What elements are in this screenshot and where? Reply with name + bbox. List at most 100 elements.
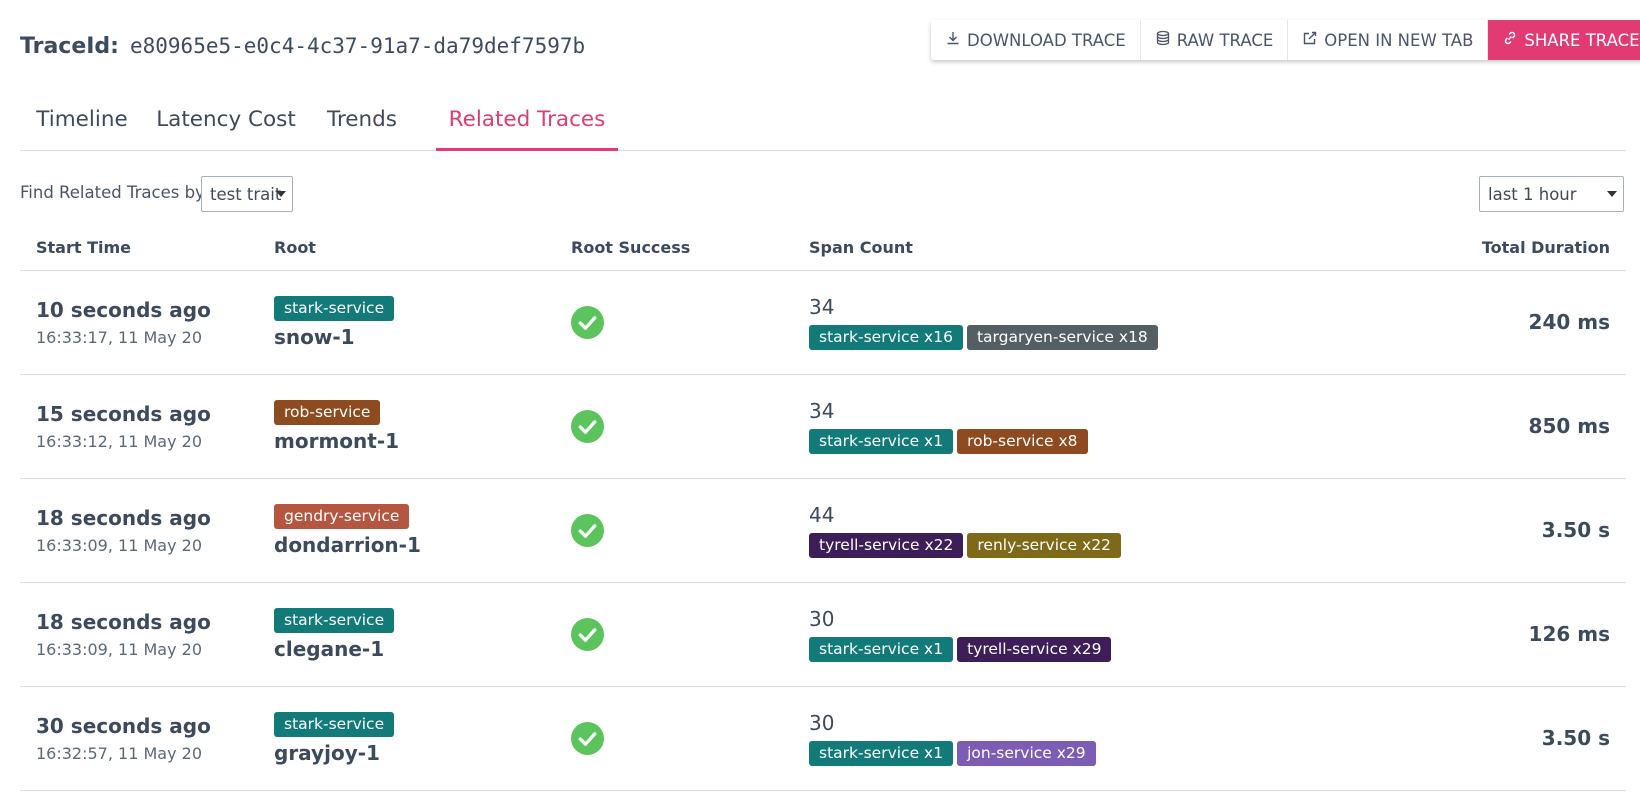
tab-bar: Timeline Latency Cost Trends Related Tra… xyxy=(20,104,1626,151)
column-header-start-time[interactable]: Start Time xyxy=(20,225,258,271)
download-trace-button[interactable]: DOWNLOAD TRACE xyxy=(931,20,1141,60)
timestamp: 16:33:09, 11 May 20 xyxy=(36,639,202,659)
total-duration: 240 ms xyxy=(1528,310,1610,334)
service-count-tag: renly-service x22 xyxy=(967,532,1121,558)
span-count: 44 xyxy=(809,502,835,527)
column-header-total-duration[interactable]: Total Duration xyxy=(1313,225,1626,271)
span-count: 30 xyxy=(809,606,835,631)
share-trace-label: SHARE TRACE xyxy=(1524,30,1640,50)
duration-cell: 3.50 s xyxy=(1313,478,1626,583)
success-check-icon xyxy=(571,617,604,651)
root-name: clegane-1 xyxy=(274,636,385,661)
service-count-tag: targaryen-service x18 xyxy=(966,324,1158,350)
span-count-cell: 34 stark-service x16 targaryen-service x1… xyxy=(793,270,1313,375)
table-row[interactable]: 30 seconds ago 16:32:57, 11 May 20 stark… xyxy=(20,686,1626,791)
root-service-tag: stark-service xyxy=(274,711,395,737)
start-time-cell: 18 seconds ago 16:33:09, 11 May 20 xyxy=(20,478,258,583)
start-time-cell: 15 seconds ago 16:33:12, 11 May 20 xyxy=(20,374,258,479)
filter-label: Find Related Traces by: xyxy=(20,183,210,202)
tab-trends[interactable]: Trends xyxy=(308,104,416,151)
relative-time: 10 seconds ago xyxy=(36,297,211,322)
external-link-icon xyxy=(1302,30,1318,50)
open-in-new-tab-label: OPEN IN NEW TAB xyxy=(1324,30,1474,50)
root-success-cell xyxy=(555,686,793,791)
success-check-icon xyxy=(571,721,604,755)
start-time-cell: 30 seconds ago 16:32:57, 11 May 20 xyxy=(20,686,258,791)
time-range-value: last 1 hour xyxy=(1488,185,1577,204)
root-success-cell xyxy=(555,374,793,479)
root-success-cell xyxy=(555,270,793,375)
timestamp: 16:33:09, 11 May 20 xyxy=(36,535,202,555)
trait-select-value: test trait xyxy=(210,185,282,204)
start-time-cell: 18 seconds ago 16:33:09, 11 May 20 xyxy=(20,582,258,687)
total-duration: 3.50 s xyxy=(1541,726,1610,750)
root-name: mormont-1 xyxy=(274,428,400,453)
span-count-cell: 34 stark-service x1 rob-service x8 xyxy=(793,374,1313,479)
relative-time: 18 seconds ago xyxy=(36,609,211,634)
share-trace-button[interactable]: SHARE TRACE xyxy=(1488,20,1640,60)
start-time-cell: 10 seconds ago 16:33:17, 11 May 20 xyxy=(20,270,258,375)
root-cell: gendry-service dondarrion-1 xyxy=(258,478,555,583)
table-row[interactable]: 10 seconds ago 16:33:17, 11 May 20 stark… xyxy=(20,270,1626,375)
column-header-root[interactable]: Root xyxy=(258,225,555,271)
time-range-select[interactable]: last 1 hour xyxy=(1479,176,1624,212)
download-icon xyxy=(945,30,961,50)
total-duration: 126 ms xyxy=(1528,622,1610,646)
trace-actions: DOWNLOAD TRACE RAW TRACE OPEN IN NEW TAB… xyxy=(931,20,1640,60)
service-count-tag: stark-service x1 xyxy=(809,740,954,766)
service-count-tag: stark-service x1 xyxy=(809,636,954,662)
span-count: 34 xyxy=(809,294,835,319)
root-service-tag: rob-service xyxy=(274,399,381,425)
root-cell: stark-service clegane-1 xyxy=(258,582,555,687)
root-name: grayjoy-1 xyxy=(274,740,380,765)
duration-cell: 126 ms xyxy=(1313,582,1626,687)
success-check-icon xyxy=(571,409,604,443)
root-cell: rob-service mormont-1 xyxy=(258,374,555,479)
root-name: snow-1 xyxy=(274,324,355,349)
column-header-span-count[interactable]: Span Count xyxy=(793,225,1313,271)
root-success-cell xyxy=(555,582,793,687)
service-count-tag: tyrell-service x22 xyxy=(809,532,964,558)
duration-cell: 850 ms xyxy=(1313,374,1626,479)
root-service-tag: stark-service xyxy=(274,607,395,633)
root-cell: stark-service snow-1 xyxy=(258,270,555,375)
timestamp: 16:32:57, 11 May 20 xyxy=(36,743,202,763)
chevron-down-icon xyxy=(1607,191,1617,197)
table-header-row: Start Time Root Root Success Span Count … xyxy=(20,225,1626,271)
tab-timeline[interactable]: Timeline xyxy=(20,104,144,151)
success-check-icon xyxy=(571,513,604,547)
timestamp: 16:33:17, 11 May 20 xyxy=(36,327,202,347)
column-header-root-success[interactable]: Root Success xyxy=(555,225,793,271)
database-icon xyxy=(1155,30,1171,50)
table-row[interactable]: 18 seconds ago 16:33:09, 11 May 20 gendr… xyxy=(20,478,1626,583)
service-count-tag: stark-service x1 xyxy=(809,428,954,454)
related-traces-table: Start Time Root Root Success Span Count … xyxy=(20,225,1626,791)
relative-time: 30 seconds ago xyxy=(36,713,211,738)
download-trace-label: DOWNLOAD TRACE xyxy=(967,30,1126,50)
tab-latency-cost[interactable]: Latency Cost xyxy=(144,104,308,151)
timestamp: 16:33:12, 11 May 20 xyxy=(36,431,202,451)
span-count-cell: 44 tyrell-service x22 renly-service x22 xyxy=(793,478,1313,583)
service-count-tag: rob-service x8 xyxy=(957,428,1088,454)
root-service-tag: stark-service xyxy=(274,295,395,321)
trace-id-value: e80965e5-e0c4-4c37-91a7-da79def7597b xyxy=(129,34,586,58)
table-row[interactable]: 18 seconds ago 16:33:09, 11 May 20 stark… xyxy=(20,582,1626,687)
root-success-cell xyxy=(555,478,793,583)
service-count-tag: jon-service x29 xyxy=(957,740,1096,766)
span-count: 34 xyxy=(809,398,835,423)
service-count-tag: tyrell-service x29 xyxy=(957,636,1112,662)
open-in-new-tab-button[interactable]: OPEN IN NEW TAB xyxy=(1288,20,1489,60)
raw-trace-label: RAW TRACE xyxy=(1176,30,1274,50)
chevron-down-icon xyxy=(276,191,286,197)
service-count-tag: stark-service x16 xyxy=(809,324,963,350)
root-name: dondarrion-1 xyxy=(274,532,421,557)
raw-trace-button[interactable]: RAW TRACE xyxy=(1141,20,1289,60)
page-title: TraceId: e80965e5-e0c4-4c37-91a7-da79def… xyxy=(20,34,585,59)
tab-related-traces[interactable]: Related Traces xyxy=(436,104,618,151)
trait-select[interactable]: test trait xyxy=(201,176,293,212)
duration-cell: 240 ms xyxy=(1313,270,1626,375)
table-row[interactable]: 15 seconds ago 16:33:12, 11 May 20 rob-s… xyxy=(20,374,1626,479)
root-service-tag: gendry-service xyxy=(274,503,410,529)
total-duration: 850 ms xyxy=(1528,414,1610,438)
trace-id-label: TraceId: xyxy=(20,34,119,59)
